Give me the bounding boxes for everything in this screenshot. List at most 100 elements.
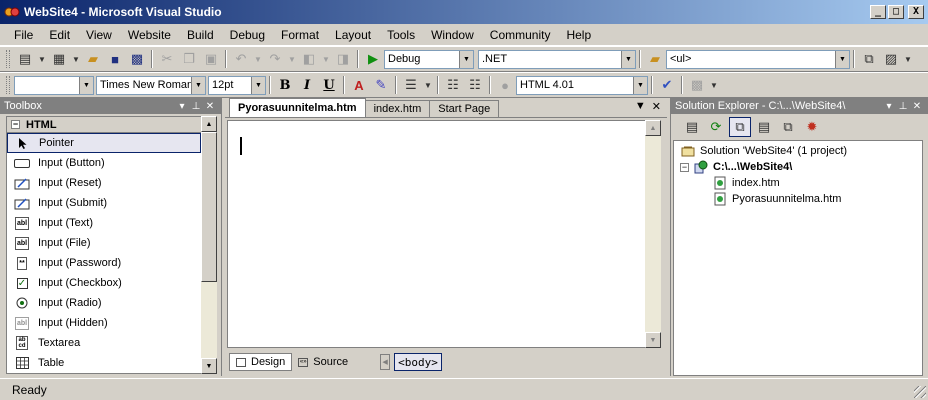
paste-icon[interactable]: ▣ (200, 49, 222, 69)
bulleted-list-icon[interactable]: ☷ (442, 75, 464, 95)
close-icon[interactable]: ✕ (203, 101, 217, 112)
cut-icon[interactable]: ✂ (156, 49, 178, 69)
tag-navigator-body[interactable]: <body> (394, 353, 442, 371)
toolbox-item-input-checkbox[interactable]: ✓ Input (Checkbox) (7, 273, 201, 293)
menu-debug[interactable]: Debug (222, 25, 273, 45)
toolbox-item-input-password[interactable]: ** Input (Password) (7, 253, 201, 273)
scroll-up-icon[interactable]: ▲ (645, 120, 661, 136)
maximize-button[interactable]: □ (888, 5, 904, 19)
menu-edit[interactable]: Edit (41, 25, 78, 45)
navigate-forward-icon[interactable]: ◨ (332, 49, 354, 69)
toolbar-grip[interactable] (6, 50, 10, 68)
dropdown-icon[interactable]: ▾ (882, 101, 896, 112)
tab-start-page[interactable]: Start Page (429, 100, 500, 117)
toolbox-item-input-hidden[interactable]: abl Input (Hidden) (7, 313, 201, 333)
block-format-select[interactable]: ▼ (14, 75, 94, 95)
toolbox-item-input-button[interactable]: Input (Button) (7, 153, 201, 173)
asp-net-configuration-icon[interactable]: ✹ (801, 117, 823, 137)
menu-window[interactable]: Window (423, 25, 482, 45)
new-project-icon[interactable]: ▤ (14, 49, 36, 69)
numbered-list-icon[interactable]: ☷ (464, 75, 486, 95)
toolbox-item-table[interactable]: Table (7, 353, 201, 373)
dropdown-icon[interactable]: ▾ (175, 101, 189, 112)
scroll-up-icon[interactable]: ▲ (201, 116, 217, 132)
toolbar-grip[interactable] (6, 76, 10, 94)
chevron-down-icon[interactable]: ▼ (422, 75, 434, 95)
copy-icon[interactable]: ❐ (178, 49, 200, 69)
menu-layout[interactable]: Layout (327, 25, 379, 45)
properties-icon[interactable]: ▤ (681, 117, 703, 137)
save-icon[interactable]: ■ (104, 49, 126, 69)
pin-icon[interactable]: ⊥ (189, 101, 203, 112)
menu-view[interactable]: View (78, 25, 120, 45)
toolbox-item-input-submit[interactable]: Input (Submit) (7, 193, 201, 213)
nest-related-files-icon[interactable]: ⧉ (729, 117, 751, 137)
menu-build[interactable]: Build (179, 25, 222, 45)
font-size-select[interactable]: 12pt ▼ (208, 75, 266, 95)
tree-item-file[interactable]: index.htm (674, 175, 922, 191)
tree-item-file[interactable]: Pyorasuunnitelma.htm (674, 191, 922, 207)
solution-configuration-select[interactable]: Debug ▼ (384, 49, 474, 69)
tree-item-project[interactable]: − C:\...\WebSite4\ (674, 159, 922, 175)
active-files-dropdown-icon[interactable]: ▼ (635, 100, 646, 113)
justify-icon[interactable]: ☰ (400, 75, 422, 95)
close-button[interactable]: X (908, 5, 924, 19)
underline-button[interactable]: U (318, 75, 340, 95)
navigate-backward-icon[interactable]: ◧ (298, 49, 320, 69)
solution-explorer-icon[interactable]: ⧉ (858, 49, 880, 69)
background-color-icon[interactable]: ✎ (370, 75, 392, 95)
target-schema-icon[interactable]: ● (494, 75, 516, 95)
resize-grip[interactable] (914, 386, 926, 398)
tab-index[interactable]: index.htm (364, 100, 431, 117)
menu-file[interactable]: File (6, 25, 41, 45)
toolbox-item-textarea[interactable]: ab cd Textarea (7, 333, 201, 353)
toolbox-item-input-radio[interactable]: Input (Radio) (7, 293, 201, 313)
toolbar-options-icon[interactable]: ▼ (902, 49, 914, 69)
editor-scrollbar[interactable]: ▲ ▼ (645, 120, 661, 348)
collapse-icon[interactable]: − (11, 120, 20, 129)
chevron-down-icon[interactable]: ▼ (252, 49, 264, 69)
chevron-down-icon[interactable]: ▼ (36, 49, 48, 69)
refresh-icon[interactable]: ⟳ (705, 117, 727, 137)
find-element-select[interactable]: <ul> ▼ (666, 49, 850, 69)
toolbar-options-icon[interactable]: ▼ (708, 75, 720, 95)
italic-button[interactable]: I (296, 75, 318, 95)
toolbox-item-input-file[interactable]: abl Input (File) (7, 233, 201, 253)
pin-icon[interactable]: ⊥ (896, 101, 910, 112)
chevron-down-icon[interactable]: ▼ (320, 49, 332, 69)
copy-website-icon[interactable]: ⧉ (777, 117, 799, 137)
design-surface[interactable] (227, 120, 649, 348)
menu-format[interactable]: Format (273, 25, 327, 45)
tab-source[interactable]: «» Source (292, 353, 354, 371)
tag-navigator-left-icon[interactable]: ◀ (380, 354, 391, 370)
scroll-thumb[interactable] (201, 132, 217, 282)
start-debugging-icon[interactable]: ▶ (362, 49, 384, 69)
close-document-icon[interactable]: ✕ (652, 100, 661, 113)
toolbox-group-html[interactable]: − HTML (7, 117, 201, 133)
minimize-button[interactable]: _ (870, 5, 886, 19)
menu-website[interactable]: Website (120, 25, 179, 45)
add-item-icon[interactable]: ▦ (48, 49, 70, 69)
menu-community[interactable]: Community (482, 25, 559, 45)
foreground-color-icon[interactable]: A (348, 75, 370, 95)
tree-item-solution[interactable]: Solution 'WebSite4' (1 project) (674, 143, 922, 159)
tab-pyorasuunnitelma[interactable]: Pyorasuunnitelma.htm (229, 98, 366, 117)
font-name-select[interactable]: Times New Roman ▼ (96, 75, 206, 95)
toolbox-item-pointer[interactable]: Pointer (7, 133, 201, 153)
target-schema-select[interactable]: HTML 4.01 ▼ (516, 75, 648, 95)
redo-icon[interactable]: ↷ (264, 49, 286, 69)
insert-image-icon[interactable]: ▩ (686, 75, 708, 95)
toolbox-scrollbar[interactable]: ▲ ▼ (201, 116, 217, 374)
view-code-icon[interactable]: ▤ (753, 117, 775, 137)
undo-icon[interactable]: ↶ (230, 49, 252, 69)
properties-icon[interactable]: ▨ (880, 49, 902, 69)
find-in-files-icon[interactable]: ▰ (644, 49, 666, 69)
solution-platform-select[interactable]: .NET ▼ (478, 49, 636, 69)
collapse-icon[interactable]: − (680, 162, 689, 172)
scroll-down-icon[interactable]: ▼ (645, 332, 661, 348)
toolbox-item-input-text[interactable]: abl Input (Text) (7, 213, 201, 233)
close-icon[interactable]: ✕ (910, 101, 924, 112)
toolbox-item-input-reset[interactable]: Input (Reset) (7, 173, 201, 193)
open-folder-icon[interactable]: ▰ (82, 49, 104, 69)
bold-button[interactable]: B (274, 75, 296, 95)
